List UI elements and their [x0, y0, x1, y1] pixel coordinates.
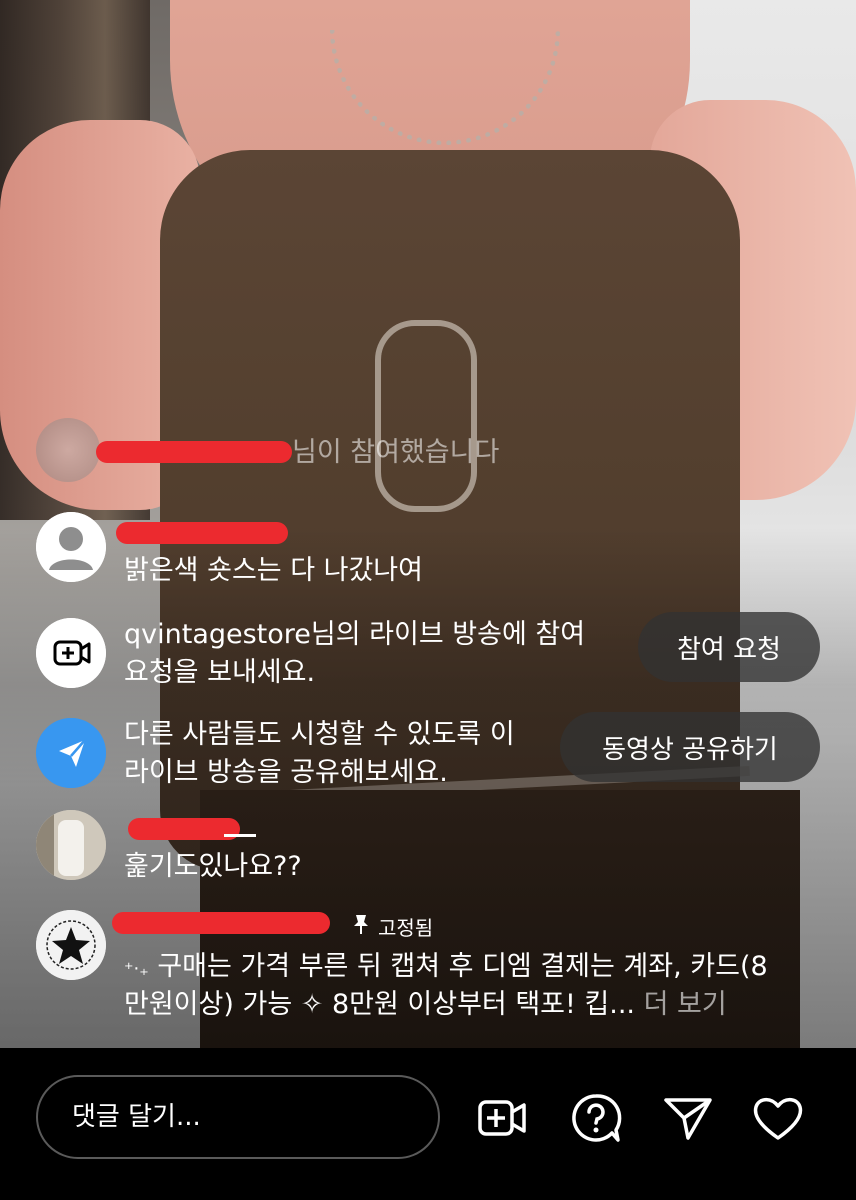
pinned-comment[interactable]: 고정됨 ⁺‧₊ 구매는 가격 부른 뒤 캡쳐 후 디엠 결제는 계좌, 카드(8…	[36, 908, 836, 1028]
redaction-bar	[96, 441, 292, 463]
comment-input[interactable]: 댓글 달기...	[36, 1075, 440, 1159]
user-avatar	[36, 810, 106, 880]
join-request-button[interactable]: 참여 요청	[638, 612, 820, 682]
comment-text: 밝은색 숏스는 다 나갔나여	[124, 555, 423, 586]
pinned-text-line1: ⁺‧₊ 구매는 가격 부른 뒤 캡쳐 후 디엠 결제는 계좌, 카드(8	[124, 948, 768, 989]
pinned-badge: 고정됨	[352, 912, 433, 941]
pinned-text-line2: 만원이상) 가능 ✧ 8만원 이상부터 택포! 킵... 더 보기	[124, 986, 727, 1024]
comment-item[interactable]: 훑기도있나요??	[36, 808, 836, 888]
pinned-text-line1-body: 구매는 가격 부른 뒤 캡쳐 후 디엠 결제는 계좌, 카드(8	[157, 951, 768, 982]
joined-notice: 님이 참여했습니다	[292, 437, 500, 468]
video-add-icon	[36, 618, 106, 688]
join-request-text-line1: qvintagestore님의 라이브 방송에 참여	[124, 619, 586, 650]
store-logo-avatar	[36, 910, 106, 980]
default-avatar-icon	[36, 512, 106, 582]
question-icon[interactable]	[566, 1088, 626, 1148]
share-video-button[interactable]: 동영상 공유하기	[560, 712, 820, 782]
share-text-line2: 라이브 방송을 공유해보세요.	[124, 757, 448, 788]
share-text-line1: 다른 사람들도 시청할 수 있도록 이	[124, 719, 515, 750]
username-underline	[224, 834, 256, 837]
pinned-label: 고정됨	[378, 916, 434, 940]
sparkle-bullet: ⁺‧₊	[124, 959, 149, 980]
join-request-text-line2: 요청을 보내세요.	[124, 657, 316, 688]
see-more-link[interactable]: 더 보기	[644, 989, 727, 1020]
share-send-icon[interactable]	[658, 1088, 718, 1148]
garment-bow	[375, 320, 477, 512]
pinned-text-line2-body: 만원이상) 가능 ✧ 8만원 이상부터 택포! 킵...	[124, 989, 636, 1020]
add-guest-video-icon[interactable]	[472, 1088, 532, 1148]
send-icon	[36, 718, 106, 788]
comment-text: 훑기도있나요??	[124, 851, 302, 882]
redacted-username	[116, 522, 288, 544]
pin-icon	[352, 913, 370, 940]
heart-like-icon[interactable]	[748, 1088, 808, 1148]
comment-item[interactable]: 밝은색 숏스는 다 나갔나여	[36, 512, 836, 592]
redacted-username	[112, 912, 330, 934]
joined-user-avatar	[36, 418, 100, 482]
